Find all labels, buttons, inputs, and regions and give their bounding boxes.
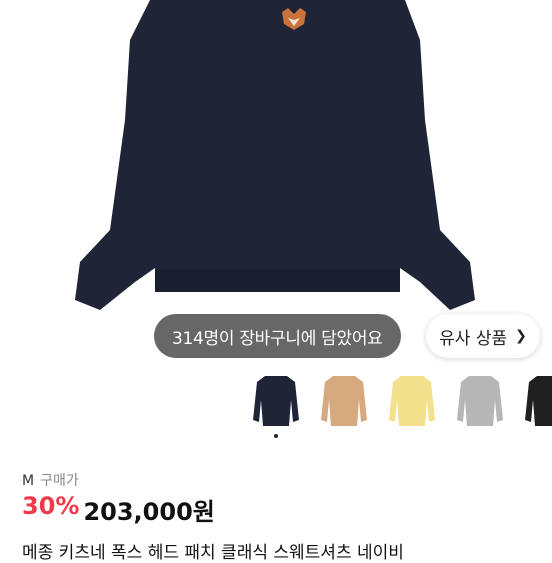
color-thumb-black[interactable] (517, 370, 552, 432)
similar-products-label: 유사 상품 (439, 328, 508, 349)
product-title: 메종 키츠네 폭스 헤드 패치 클래식 스웨트셔츠 네이비 (22, 543, 404, 563)
cart-count-banner: 314명이 장바구니에 담았어요 (154, 314, 401, 358)
color-options (245, 370, 552, 440)
price-row: 30% 203,000원 (22, 492, 215, 527)
color-thumb-gray[interactable] (449, 370, 511, 432)
color-thumb-beige[interactable] (313, 370, 375, 432)
color-thumb-yellow[interactable] (381, 370, 443, 432)
purchase-info: M 구매가 (22, 470, 79, 490)
cart-count-text: 314명이 장바구니에 담았어요 (172, 328, 383, 349)
color-thumb-navy[interactable] (245, 370, 307, 432)
chevron-right-icon: ❯ (515, 328, 527, 344)
purchase-label: 구매가 (40, 473, 79, 489)
selected-indicator (274, 434, 278, 438)
discount-rate: 30% (22, 492, 80, 520)
similar-products-button[interactable]: 유사 상품 ❯ (426, 314, 540, 358)
sweatshirt-image (75, 0, 475, 310)
product-image[interactable] (0, 0, 552, 362)
size-label: M (22, 473, 35, 489)
price-amount: 203,000원 (83, 498, 215, 526)
